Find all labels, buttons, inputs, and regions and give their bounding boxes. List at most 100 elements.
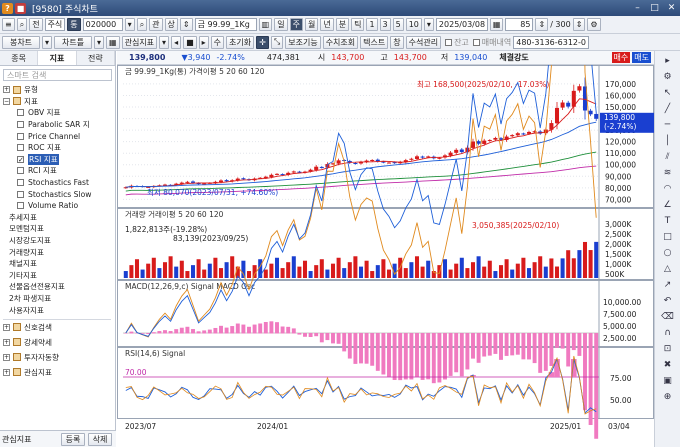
account-select[interactable]: 480-3136-6312-0: [513, 35, 589, 49]
indicator-subgroup[interactable]: 시장강도지표: [9, 235, 115, 247]
delete-button[interactable]: 삭제: [88, 432, 112, 446]
text-button[interactable]: 텍스트: [360, 35, 389, 49]
stock-type-select[interactable]: 주식: [44, 18, 66, 31]
fibonacci-icon[interactable]: ≋: [661, 166, 675, 179]
arc-icon[interactable]: ◠: [661, 182, 675, 195]
indicator-checkbox[interactable]: ✓: [17, 155, 24, 163]
bun-button[interactable]: 분: [335, 18, 350, 31]
indicator-subgroup[interactable]: 거래량지표: [9, 246, 115, 258]
menu-icon[interactable]: ≡: [2, 18, 15, 31]
maximize-icon[interactable]: □: [646, 0, 663, 16]
updown-icon[interactable]: ⇕: [179, 18, 193, 31]
period-1-button[interactable]: 1: [366, 18, 378, 31]
indicator-item[interactable]: Stochastics Fast: [3, 177, 115, 189]
expand-icon[interactable]: +: [3, 338, 10, 346]
indicator-checkbox[interactable]: [17, 121, 24, 129]
su-button[interactable]: 수: [210, 35, 225, 49]
indicator-subgroup[interactable]: 사용자지표: [9, 304, 115, 316]
sell-button[interactable]: 매도: [632, 52, 651, 63]
vertical-line-icon[interactable]: │: [661, 134, 675, 147]
search-code-icon[interactable]: ⌕: [136, 18, 148, 31]
indicator-item[interactable]: Parabolic SAR 지: [3, 119, 115, 131]
jango-checkbox[interactable]: 잔고: [443, 37, 469, 48]
indicator-item[interactable]: Volume Ratio: [3, 200, 115, 212]
collapse-icon[interactable]: −: [3, 97, 10, 105]
tree-group-bottom[interactable]: + 신호검색: [3, 320, 115, 335]
stock-sel-button[interactable]: 통: [67, 18, 81, 31]
crosshair-icon[interactable]: ✛: [256, 35, 269, 49]
smart-search-input[interactable]: 스마트 검색: [3, 69, 112, 81]
expand-icon[interactable]: +: [3, 368, 10, 376]
bongchart-dropdown-icon[interactable]: ▾: [42, 35, 53, 49]
suseok-button[interactable]: 수석관리: [405, 35, 442, 49]
period-3-button[interactable]: 3: [379, 18, 391, 31]
chartteul-dropdown-icon[interactable]: ▾: [94, 35, 105, 49]
maemae-checkbox[interactable]: 매매내역: [471, 37, 511, 48]
channel-icon[interactable]: ⫽: [661, 150, 675, 163]
tree-group-type[interactable]: + 유형: [3, 84, 115, 96]
indicator-subgroup[interactable]: 2차 파생지표: [9, 293, 115, 305]
chogihwa-button[interactable]: 초기화: [226, 35, 255, 49]
rectangle-icon[interactable]: □: [661, 230, 675, 243]
expand-icon[interactable]: +: [3, 86, 10, 94]
horizontal-line-icon[interactable]: ─: [661, 118, 675, 131]
zoom-icon[interactable]: ⊕: [661, 390, 675, 403]
gwan-button[interactable]: 관: [149, 18, 163, 31]
expand-icon[interactable]: +: [3, 323, 10, 331]
cursor-icon[interactable]: ↖: [661, 86, 675, 99]
expand-icon[interactable]: +: [3, 353, 10, 361]
indicator-checkbox[interactable]: [17, 109, 24, 117]
lock-icon[interactable]: ⊡: [661, 342, 675, 355]
suchi-button[interactable]: 수치조회: [322, 35, 359, 49]
indicator-subgroup[interactable]: 채널지표: [9, 258, 115, 270]
bongchart-button[interactable]: 봉차트: [2, 35, 40, 49]
code-dropdown-icon[interactable]: ▾: [124, 18, 135, 31]
move-icon[interactable]: ⤡: [270, 35, 284, 49]
indicator-checkbox[interactable]: [17, 144, 24, 152]
indicator-item[interactable]: ROC 지표: [3, 142, 115, 154]
tik-button[interactable]: 틱: [351, 18, 365, 31]
indicator-checkbox[interactable]: [17, 132, 24, 140]
indicator-checkbox[interactable]: [17, 179, 24, 187]
bojo-button[interactable]: 보조기능: [285, 35, 321, 49]
indicator-item[interactable]: ✓ RSI 지표: [3, 153, 115, 166]
tree-group-indicator[interactable]: − 지표: [3, 96, 115, 108]
wol-button[interactable]: 월: [304, 18, 319, 31]
ju-button[interactable]: 주: [289, 18, 303, 31]
delete-all-icon[interactable]: ✖: [661, 358, 675, 371]
chartteul-button[interactable]: 차트틀: [54, 35, 93, 49]
trendline-icon[interactable]: ╱: [661, 102, 675, 115]
search-icon[interactable]: ⌕: [16, 18, 28, 31]
period-dropdown-icon[interactable]: ▾: [423, 18, 434, 31]
chang-button[interactable]: 창: [390, 35, 404, 49]
indicator-item[interactable]: Stochastics Slow: [3, 188, 115, 200]
nyeon-button[interactable]: 년: [320, 18, 334, 31]
code-input[interactable]: 020000: [82, 18, 123, 31]
grid-icon[interactable]: ▦: [106, 35, 120, 49]
period-5-button[interactable]: 5: [392, 18, 404, 31]
magnet-icon[interactable]: ∩: [661, 326, 675, 339]
indicator-item[interactable]: RCI 지표: [3, 165, 115, 177]
tree-group-bottom[interactable]: + 관심지표: [3, 365, 115, 380]
indicator-checkbox[interactable]: [17, 167, 24, 175]
minimize-icon[interactable]: –: [629, 0, 646, 16]
indicator-item[interactable]: OBV 지표: [3, 107, 115, 119]
indicator-subgroup[interactable]: 기타지표: [9, 270, 115, 282]
il-button[interactable]: 일: [274, 18, 288, 31]
save-icon[interactable]: ▣: [661, 374, 675, 387]
gann-icon[interactable]: ∠: [661, 198, 675, 211]
undo-icon[interactable]: ↶: [661, 294, 675, 307]
indicator-checkbox[interactable]: [17, 190, 24, 198]
total-spin-icon[interactable]: ⇕: [572, 18, 586, 31]
ellipse-icon[interactable]: ○: [661, 246, 675, 259]
tree-group-bottom[interactable]: + 투자자동향: [3, 350, 115, 365]
settings-icon[interactable]: ⚙: [661, 70, 675, 83]
triangle-icon[interactable]: △: [661, 262, 675, 275]
indicator-subgroup[interactable]: 모멘텀지표: [9, 223, 115, 235]
text-tool-icon[interactable]: T: [661, 214, 675, 227]
stock-chart[interactable]: 170,000160,000150,000140,000130,000120,0…: [117, 65, 654, 447]
tree-group-bottom[interactable]: + 강세약세: [3, 335, 115, 350]
tab-strategy[interactable]: 전략: [76, 51, 115, 65]
gwansim-button[interactable]: 관심지표: [121, 35, 158, 49]
tab-stock[interactable]: 종목: [0, 51, 39, 65]
